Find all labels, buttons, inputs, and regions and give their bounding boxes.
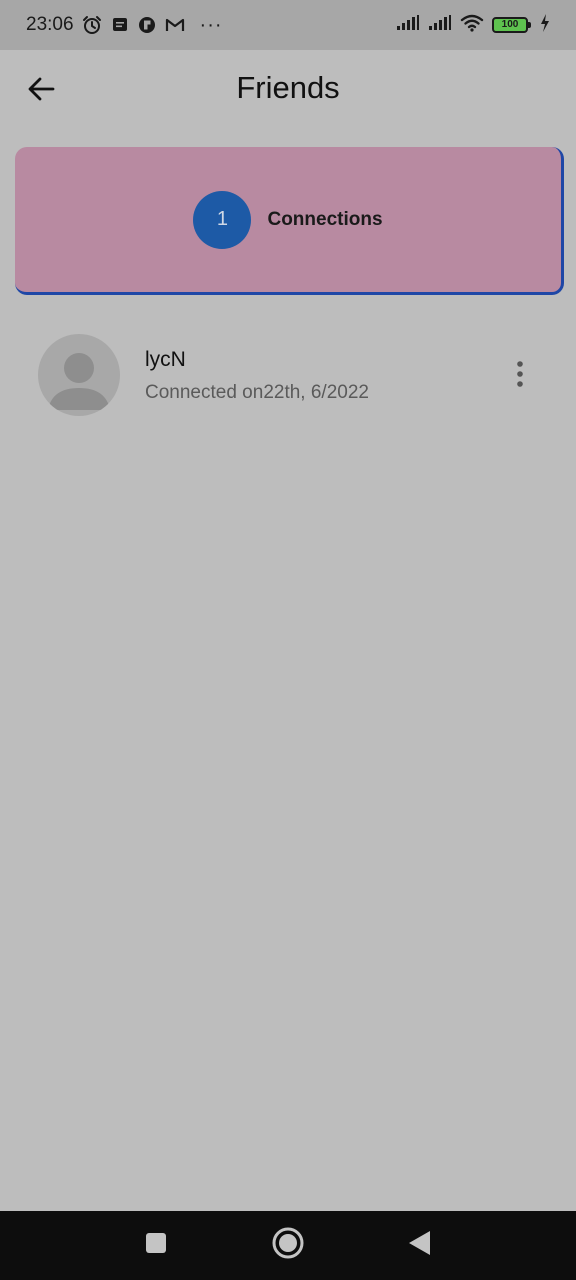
status-time: 23:06 (26, 14, 74, 35)
app-bar: Friends (0, 50, 576, 132)
charging-icon (540, 13, 550, 37)
status-bar: 23:06 ··· 100 (0, 0, 576, 50)
friend-name: lycN (145, 348, 186, 371)
more-notifications-indicator: ··· (199, 14, 223, 36)
back-triangle-icon (406, 1229, 432, 1262)
system-navigation-bar (0, 1211, 576, 1280)
nav-back-button[interactable] (401, 1227, 437, 1263)
system-icons: 100 (396, 13, 550, 37)
friend-connected-date: Connected on22th, 6/2022 (145, 382, 369, 403)
more-vertical-icon (516, 360, 524, 392)
message-icon (111, 16, 129, 34)
wifi-icon (460, 14, 484, 37)
recents-icon (144, 1231, 168, 1260)
connections-card[interactable]: 1 Connections (15, 147, 564, 295)
battery-icon: 100 (492, 17, 531, 33)
home-icon (271, 1226, 305, 1265)
more-options-button[interactable] (500, 356, 540, 396)
app-icon (138, 16, 156, 34)
gmail-icon (165, 17, 185, 33)
list-item[interactable]: lycN Connected on22th, 6/2022 (0, 320, 576, 430)
friend-list: lycN Connected on22th, 6/2022 (0, 320, 576, 430)
alarm-icon (82, 15, 102, 35)
page-title: Friends (236, 70, 340, 105)
recents-button[interactable] (138, 1227, 174, 1263)
signal-icon (396, 14, 420, 36)
signal-icon (428, 14, 452, 36)
notification-icons: ··· (82, 15, 223, 35)
battery-level: 100 (501, 19, 519, 30)
connections-label: Connections (267, 208, 383, 230)
home-button[interactable] (270, 1227, 306, 1263)
default-avatar-icon (38, 334, 120, 416)
connections-count-badge: 1 (193, 190, 252, 249)
